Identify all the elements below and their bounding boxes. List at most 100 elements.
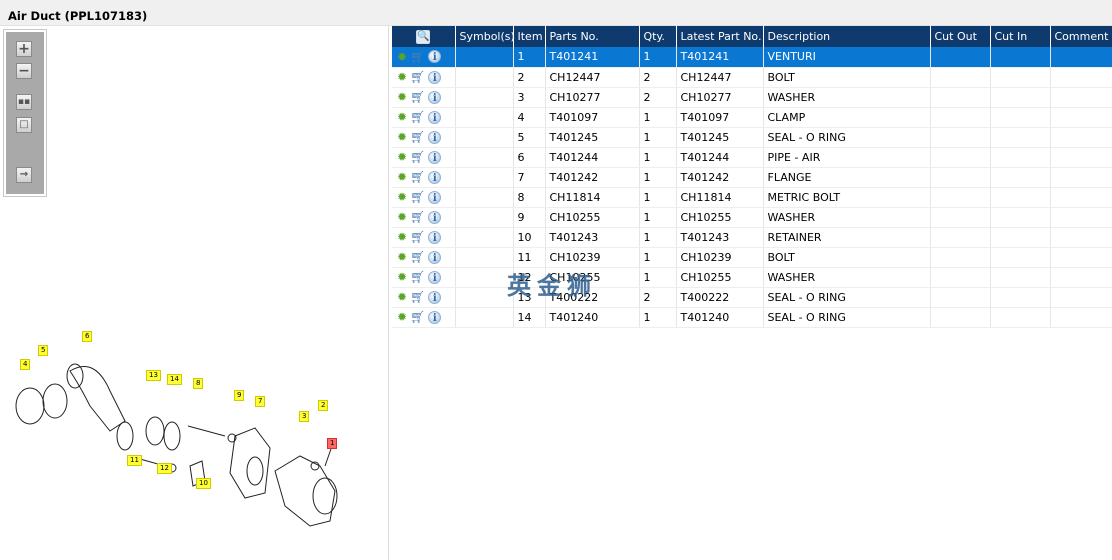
description-cell: WASHER [763, 207, 931, 228]
table-row[interactable]: ✹ 🛒︎ i 10 T401243 1 T401243 RETAINER [392, 227, 1112, 248]
cut-in-header[interactable]: Cut In [990, 26, 1051, 47]
table-row[interactable]: ✹ 🛒︎ i 12 CH10255 1 CH10255 WASHER [392, 267, 1112, 288]
table-row[interactable]: ✹ 🛒︎ i 1 T401241 1 T401241 VENTURI [392, 47, 1112, 68]
qty-cell: 2 [639, 87, 677, 108]
item-header[interactable]: Item [513, 26, 546, 47]
parts-no-header[interactable]: Parts No. [545, 26, 640, 47]
table-row[interactable]: ✹ 🛒︎ i 9 CH10255 1 CH10255 WASHER [392, 207, 1112, 228]
gear-icon[interactable]: ✹ [397, 70, 407, 84]
comment-cell [1050, 247, 1112, 268]
gear-icon[interactable]: ✹ [397, 110, 407, 124]
table-row[interactable]: ✹ 🛒︎ i 6 T401244 1 T401244 PIPE - AIR [392, 147, 1112, 168]
cut-out-cell [930, 67, 991, 88]
info-icon[interactable]: i [428, 70, 442, 84]
gear-icon[interactable]: ✹ [397, 290, 407, 304]
info-icon[interactable]: i [428, 90, 442, 104]
cut-in-cell [990, 87, 1051, 108]
gear-icon[interactable]: ✹ [397, 150, 407, 164]
info-icon[interactable]: i [428, 270, 442, 284]
cart-icon[interactable]: 🛒︎ [410, 110, 425, 124]
latest-part-no-header[interactable]: Latest Part No. [676, 26, 764, 47]
search-column-header[interactable]: 🔍 [392, 26, 456, 47]
info-icon[interactable]: i [428, 230, 442, 244]
qty-header[interactable]: Qty. [639, 26, 677, 47]
symbols-cell [455, 227, 514, 248]
part-no-cell: T401240 [545, 307, 640, 328]
callout-8[interactable]: 8 [193, 378, 204, 389]
table-row[interactable]: ✹ 🛒︎ i 13 T400222 2 T400222 SEAL - O RING [392, 287, 1112, 308]
callout-4[interactable]: 4 [20, 359, 31, 370]
info-icon[interactable]: i [428, 150, 442, 164]
callout-12[interactable]: 12 [157, 463, 172, 474]
symbols-header[interactable]: Symbol(s) [455, 26, 515, 47]
table-row[interactable]: ✹ 🛒︎ i 14 T401240 1 T401240 SEAL - O RING [392, 307, 1112, 328]
gear-icon[interactable]: ✹ [397, 250, 407, 264]
info-icon[interactable]: i [428, 130, 442, 144]
cart-icon[interactable]: 🛒︎ [410, 90, 425, 104]
callout-11[interactable]: 11 [127, 455, 142, 466]
info-icon[interactable]: i [428, 310, 442, 324]
part-no-cell: CH10239 [545, 247, 640, 268]
cut-in-cell [990, 247, 1051, 268]
qty-cell: 1 [639, 127, 677, 148]
info-icon[interactable]: i [428, 110, 442, 124]
callout-6[interactable]: 6 [82, 331, 93, 342]
cart-icon[interactable]: 🛒︎ [410, 210, 425, 224]
cut-out-header[interactable]: Cut Out [930, 26, 991, 47]
cart-icon[interactable]: 🛒︎ [410, 70, 425, 84]
cart-icon[interactable]: 🛒︎ [410, 150, 425, 164]
exploded-diagram [15, 363, 338, 527]
cart-icon[interactable]: 🛒︎ [410, 310, 425, 324]
gear-icon[interactable]: ✹ [397, 230, 407, 244]
description-header[interactable]: Description [763, 26, 931, 47]
gear-icon[interactable]: ✹ [397, 270, 407, 284]
info-icon[interactable]: i [428, 170, 442, 184]
cart-icon[interactable]: 🛒︎ [410, 250, 425, 264]
gear-icon[interactable]: ✹ [397, 130, 407, 144]
cart-icon[interactable]: 🛒︎ [410, 290, 425, 304]
cart-icon[interactable]: 🛒︎ [410, 190, 425, 204]
description-cell: BOLT [763, 247, 931, 268]
callout-9[interactable]: 9 [234, 390, 245, 401]
table-row[interactable]: ✹ 🛒︎ i 2 CH12447 2 CH12447 BOLT [392, 67, 1112, 88]
callout-14[interactable]: 14 [167, 374, 182, 385]
cart-icon[interactable]: 🛒︎ [410, 50, 425, 64]
info-icon[interactable]: i [428, 290, 442, 304]
cut-out-cell [930, 207, 991, 228]
table-row[interactable]: ✹ 🛒︎ i 11 CH10239 1 CH10239 BOLT [392, 247, 1112, 268]
search-parts-icon[interactable]: 🔍 [416, 30, 431, 44]
callout-13[interactable]: 13 [146, 370, 161, 381]
callout-10[interactable]: 10 [196, 478, 211, 489]
gear-icon[interactable]: ✹ [397, 50, 407, 64]
callout-1[interactable]: 1 [327, 438, 338, 449]
info-icon[interactable]: i [428, 250, 442, 264]
item-cell: 10 [513, 227, 546, 248]
gear-icon[interactable]: ✹ [397, 190, 407, 204]
gear-icon[interactable]: ✹ [397, 90, 407, 104]
callout-3[interactable]: 3 [299, 411, 310, 422]
table-row[interactable]: ✹ 🛒︎ i 5 T401245 1 T401245 SEAL - O RING [392, 127, 1112, 148]
info-icon[interactable]: i [428, 50, 442, 64]
comment-header[interactable]: Comment [1050, 26, 1112, 47]
cut-out-cell [930, 247, 991, 268]
cart-icon[interactable]: 🛒︎ [410, 170, 425, 184]
gear-icon[interactable]: ✹ [397, 310, 407, 324]
info-icon[interactable]: i [428, 210, 442, 224]
gear-icon[interactable]: ✹ [397, 210, 407, 224]
table-row[interactable]: ✹ 🛒︎ i 7 T401242 1 T401242 FLANGE [392, 167, 1112, 188]
cart-icon[interactable]: 🛒︎ [410, 230, 425, 244]
callout-7[interactable]: 7 [255, 396, 266, 407]
part-no-cell: CH12447 [545, 67, 640, 88]
qty-cell: 1 [639, 167, 677, 188]
cart-icon[interactable]: 🛒︎ [410, 270, 425, 284]
callout-5[interactable]: 5 [38, 345, 49, 356]
cart-icon[interactable]: 🛒︎ [410, 130, 425, 144]
table-row[interactable]: ✹ 🛒︎ i 8 CH11814 1 CH11814 METRIC BOLT [392, 187, 1112, 208]
table-row[interactable]: ✹ 🛒︎ i 4 T401097 1 T401097 CLAMP [392, 107, 1112, 128]
callout-2[interactable]: 2 [318, 400, 329, 411]
qty-cell: 1 [639, 227, 677, 248]
table-row[interactable]: ✹ 🛒︎ i 3 CH10277 2 CH10277 WASHER [392, 87, 1112, 108]
latest-part-no-cell: CH10255 [676, 267, 764, 288]
gear-icon[interactable]: ✹ [397, 170, 407, 184]
info-icon[interactable]: i [428, 190, 442, 204]
